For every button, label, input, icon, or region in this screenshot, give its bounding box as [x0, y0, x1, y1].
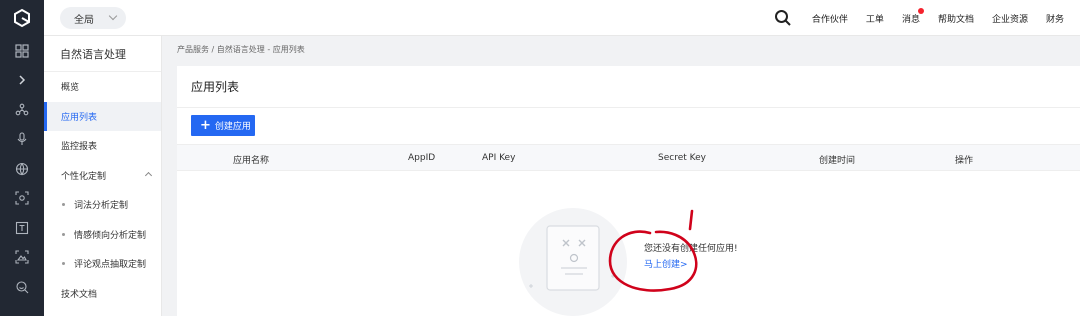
nav-enterprise[interactable]: 企业资源 [992, 12, 1028, 25]
create-app-label: 创建应用 [214, 122, 251, 132]
chevron-down-icon [108, 11, 118, 21]
nodes-icon[interactable] [0, 95, 44, 125]
cube-logo-icon [14, 8, 30, 28]
column-header-secret-key: Secret Key [658, 153, 706, 163]
sidebar-item-customization[interactable]: 个性化定制 [44, 161, 161, 191]
icon-sidebar [0, 36, 44, 316]
column-header-actions: 操作 [955, 156, 974, 166]
notification-badge [917, 7, 924, 14]
sidebar-item-label: 个性化定制 [61, 171, 107, 182]
sidebar-item-monitoring[interactable]: 监控报表 [44, 131, 161, 161]
column-header-api-key: API Key [482, 153, 516, 163]
top-nav: 合作伙伴 工单 消息 帮助文档 企业资源 财务 [774, 0, 1080, 36]
top-bar: 全局 合作伙伴 工单 消息 帮助文档 企业资源 财务 [0, 0, 1080, 36]
sidebar-item-label: 应用列表 [61, 112, 98, 123]
logo[interactable] [0, 0, 44, 36]
nav-messages-label: 消息 [901, 14, 920, 25]
column-header-app-name: 应用名称 [233, 156, 270, 166]
sidebar-item-app-list[interactable]: 应用列表 [44, 101, 161, 131]
nav-tickets[interactable]: 工单 [866, 12, 884, 25]
sidebar-item-label: 情感倾向分析定制 [74, 230, 147, 241]
text-icon[interactable] [0, 213, 44, 243]
grid-icon[interactable] [0, 36, 44, 66]
sidebar-item-label: 概览 [61, 83, 80, 94]
sidebar-item-label: 评论观点抽取定制 [74, 260, 147, 271]
nav-messages[interactable]: 消息 [901, 7, 924, 25]
region-label: 全局 [74, 14, 94, 26]
chevron-up-icon [144, 171, 153, 179]
face-scan-icon[interactable] [0, 272, 44, 302]
page-title: 应用列表 [177, 66, 1080, 108]
column-header-appid: AppID [408, 153, 436, 163]
nav-help-docs[interactable]: 帮助文档 [938, 12, 974, 25]
sidebar-item-label: 词法分析定制 [74, 201, 129, 212]
sidebar-item-label: 监控报表 [61, 142, 98, 153]
scan-icon[interactable] [0, 184, 44, 214]
bullet-icon [62, 262, 65, 266]
sidebar-subitem-opinion[interactable]: 评论观点抽取定制 [44, 249, 161, 279]
column-header-created-time: 创建时间 [819, 156, 856, 166]
nav-finance[interactable]: 财务 [1046, 12, 1064, 25]
breadcrumb[interactable]: 产品服务 / 自然语言处理 - 应用列表 [177, 44, 305, 55]
bullet-icon [62, 232, 65, 236]
sidebar-subitem-sentiment[interactable]: 情感倾向分析定制 [44, 220, 161, 250]
sidebar-item-overview[interactable]: 概览 [44, 72, 161, 102]
red-annotation-circle [608, 209, 698, 292]
region-selector[interactable]: 全局 [60, 7, 126, 29]
sidebar-item-label: 技术文档 [61, 289, 98, 300]
sidebar-item-tech-docs[interactable]: 技术文档 [44, 279, 161, 309]
chevron-right-icon[interactable] [0, 66, 44, 96]
search-icon[interactable] [774, 9, 792, 27]
product-sidebar: 自然语言处理 概览 应用列表 监控报表 个性化定制 词法分析定制 情感倾向分析定… [44, 36, 162, 316]
bullet-icon [62, 203, 65, 207]
globe-icon[interactable] [0, 154, 44, 184]
plus-icon: + [200, 118, 211, 133]
table-header: 应用名称 AppID API Key Secret Key 创建时间 操作 [177, 144, 1080, 171]
create-app-button[interactable]: + 创建应用 [191, 115, 255, 136]
nav-partners[interactable]: 合作伙伴 [812, 12, 848, 25]
sidebar-subitem-lexical[interactable]: 词法分析定制 [44, 190, 161, 220]
image-icon[interactable] [0, 243, 44, 273]
sidebar-title: 自然语言处理 [44, 36, 161, 72]
microphone-icon[interactable] [0, 125, 44, 155]
